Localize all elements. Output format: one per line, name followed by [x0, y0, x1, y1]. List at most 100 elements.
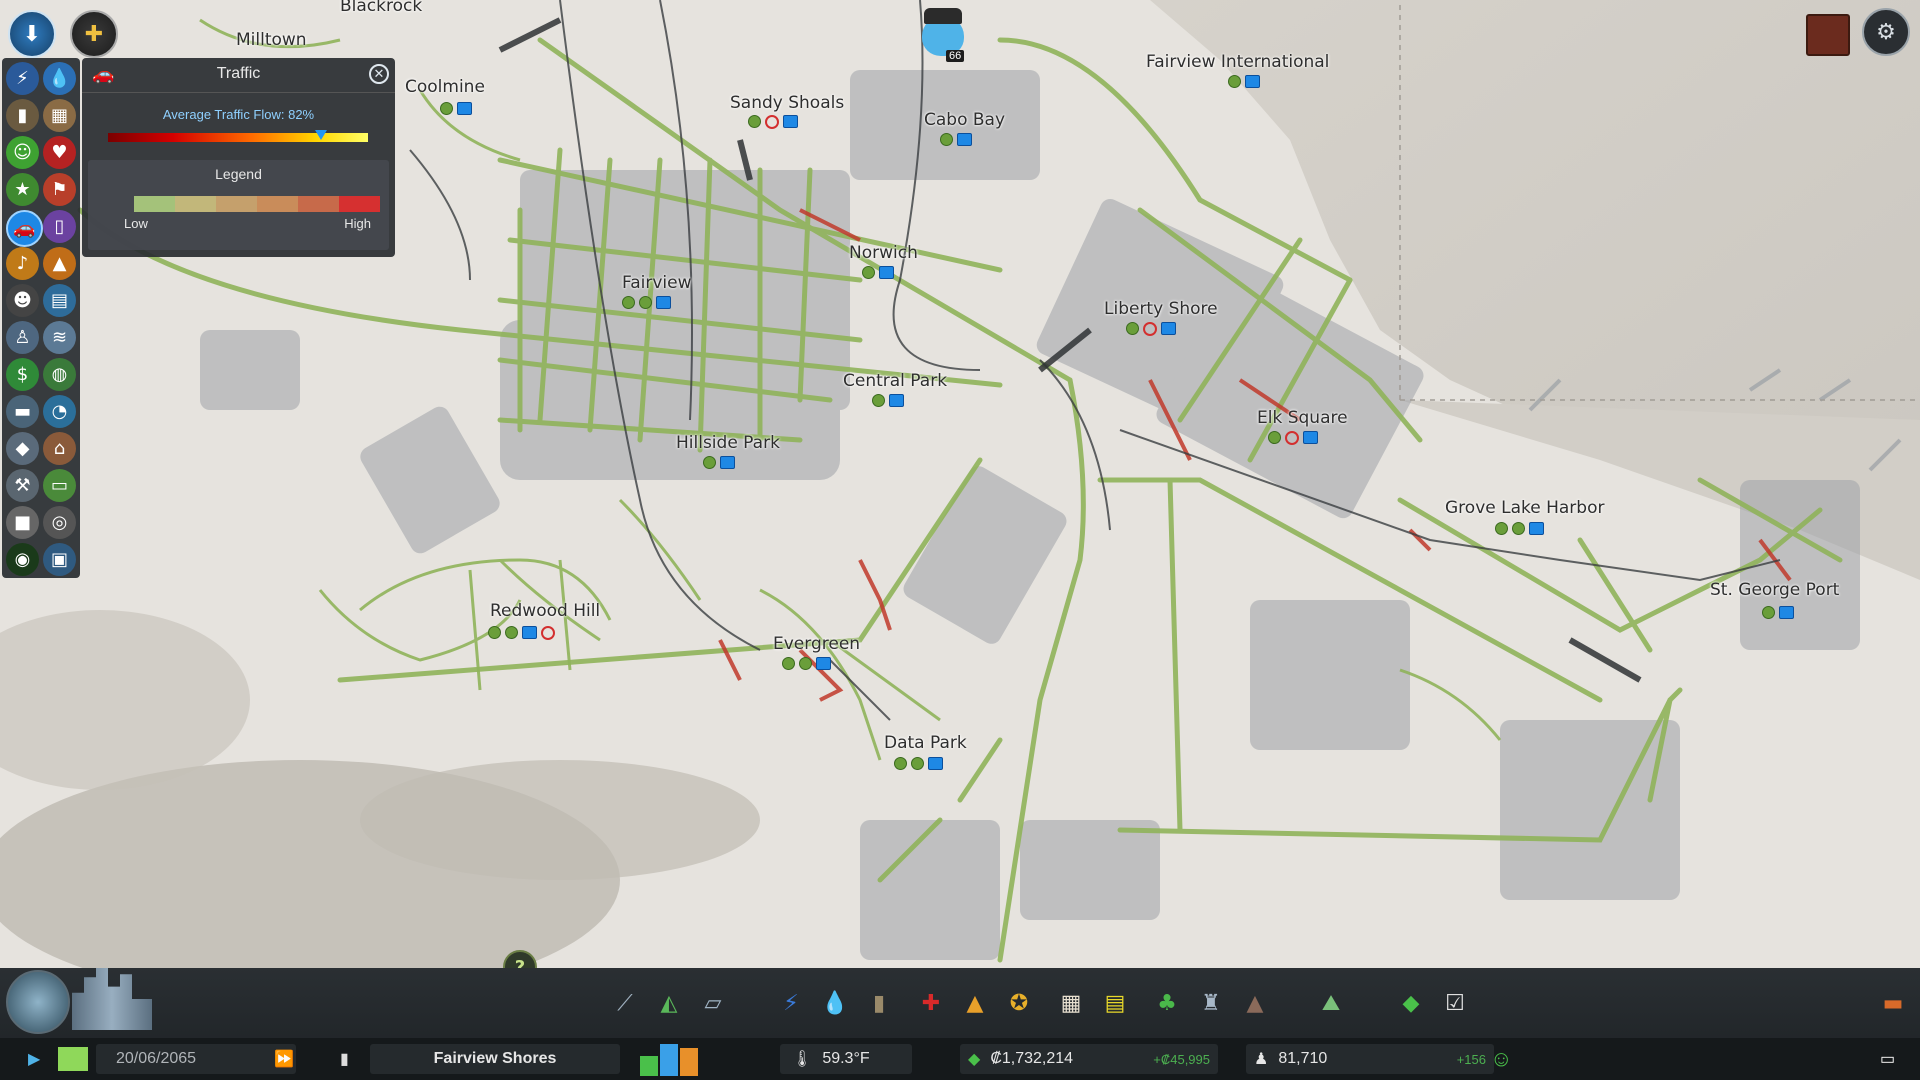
population-icon[interactable]: ♙ [6, 321, 39, 354]
camera-icon[interactable]: ◉ [6, 543, 39, 576]
garbage-tool-icon[interactable]: ▮ [864, 988, 894, 1018]
close-icon[interactable]: ✕ [369, 64, 389, 84]
fast-forward-button[interactable]: ⏩ [274, 1044, 308, 1074]
buildings-icon[interactable]: ⌂ [43, 432, 76, 465]
legend-box: Legend Low High [88, 160, 389, 250]
landscaping-tool-icon[interactable]: ⛰ [1316, 988, 1346, 1018]
play-button[interactable]: ▶ [28, 1044, 50, 1074]
residential-demand-bar [640, 1056, 658, 1076]
industrial-demand-bar [680, 1048, 698, 1076]
roads-tool-icon[interactable]: ⟋ [610, 988, 640, 1018]
districts-icon[interactable]: ▣ [43, 543, 76, 576]
electricity-tool-icon[interactable]: ⚡ [776, 988, 806, 1018]
traffic-light-icon: ▮ [340, 1051, 349, 1068]
monuments-tool-icon[interactable]: ▲ [1240, 988, 1270, 1018]
fire-tool-icon[interactable]: ▲ [960, 988, 990, 1018]
attractiveness-icon[interactable]: ★ [6, 173, 39, 206]
info-views-toolbar: ⚡ 💧 ▮ ▦ ☺ ♥ ★ ⚑ 🚗 ▯ ♪ ▲ ☻ ▤ ♙ ≋ $ ◍ ▬ ◔ … [2, 58, 80, 578]
legend-swatches [134, 196, 380, 212]
fire-safety-icon[interactable]: ▲ [43, 247, 76, 280]
population-text: 81,710 [1278, 1050, 1328, 1067]
legend-low-label: Low [124, 216, 148, 231]
date-text: 20/06/2065 [116, 1050, 197, 1067]
city-name: Fairview Shores [433, 1050, 557, 1067]
maintenance-icon[interactable]: ⚒ [6, 469, 39, 502]
temperature-display: 🌡 59.3°F [780, 1044, 912, 1074]
population-display: ♟ 81,710 +156 [1246, 1044, 1494, 1074]
terrain-height-icon[interactable]: ▬ [6, 395, 39, 428]
money-icon: ◆ [968, 1051, 981, 1068]
legend-swatch [134, 196, 175, 212]
average-flow-label: Average Traffic Flow: 82% [162, 107, 315, 122]
content-manager-icon[interactable] [1806, 14, 1850, 56]
transport-tool-icon[interactable]: ▤ [1100, 988, 1130, 1018]
bottom-toolbar: ⟋ ◭ ▱ ⚡ 💧 ▮ ✚ ▲ ✪ ▦ ▤ ♣ ♜ ▲ ⛰ ◆ ☑ ▬ ▶ 20… [0, 968, 1920, 1080]
rci-demand-meter [640, 1042, 704, 1076]
garbage-icon[interactable]: ▮ [6, 99, 39, 132]
heating-icon[interactable]: ◔ [43, 395, 76, 428]
temperature-text: 59.3°F [822, 1050, 870, 1067]
legend-swatch [216, 196, 257, 212]
education-tool-icon[interactable]: ▦ [1056, 988, 1086, 1018]
panel-header[interactable]: 🚗 Traffic ✕ [82, 58, 395, 93]
game-speed-indicator [58, 1047, 88, 1071]
traffic-flow-bar [108, 133, 368, 142]
unique-buildings-tool-icon[interactable]: ♜ [1196, 988, 1226, 1018]
electricity-icon[interactable]: ⚡ [6, 62, 39, 95]
traffic-info-panel: 🚗 Traffic ✕ Average Traffic Flow: 82% Le… [82, 58, 395, 257]
unlock-icon[interactable]: ⬇ [8, 10, 56, 58]
tourism-icon[interactable]: ⚑ [43, 173, 76, 206]
date-display: 20/06/2065 [96, 1044, 296, 1074]
legend-swatch [175, 196, 216, 212]
chirper-hat-icon [924, 8, 962, 24]
population-change-text: +156 [1456, 1051, 1486, 1067]
roads-icon[interactable]: ▭ [43, 469, 76, 502]
public-transport-icon[interactable]: ▤ [43, 284, 76, 317]
milestones-icon[interactable]: ✚ [70, 10, 118, 58]
legend-high-label: High [344, 216, 371, 231]
legend-swatch [339, 196, 380, 212]
health-icon[interactable]: ♥ [43, 136, 76, 169]
education-icon[interactable]: ▯ [43, 210, 76, 243]
noise-icon[interactable]: ♪ [6, 247, 39, 280]
city-info-globe-icon[interactable] [6, 970, 70, 1034]
traffic-icon[interactable]: 🚗 [6, 210, 43, 247]
legend-title: Legend [215, 166, 262, 182]
flow-marker-icon [315, 130, 328, 140]
natural-resources-icon[interactable]: ◍ [43, 358, 76, 391]
policies-tool-icon[interactable]: ☑ [1440, 988, 1470, 1018]
city-name-display[interactable]: Fairview Shores [370, 1044, 620, 1074]
water-tool-icon[interactable]: 💧 [820, 988, 850, 1018]
parks-tool-icon[interactable]: ♣ [1152, 988, 1182, 1018]
chat-icon[interactable]: ▭ [1880, 1044, 1910, 1074]
panel-title: Traffic [216, 65, 261, 82]
chirper-bird-button[interactable]: 66 [918, 8, 968, 64]
wind-icon[interactable]: ≋ [43, 321, 76, 354]
legend-swatch [257, 196, 298, 212]
money-display[interactable]: ◆ ₡1,732,214 +₡45,995 [960, 1044, 1218, 1074]
happiness-smiley-icon: ☺ [1490, 1046, 1513, 1071]
water-icon[interactable]: 💧 [43, 62, 76, 95]
healthcare-tool-icon[interactable]: ✚ [916, 988, 946, 1018]
chirper-badge: 66 [946, 50, 965, 62]
money-tool-icon[interactable]: ◆ [1396, 988, 1426, 1018]
escape-icon[interactable]: ◎ [43, 506, 76, 539]
thermometer-icon: 🌡 [792, 1051, 813, 1068]
police-tool-icon[interactable]: ✪ [1004, 988, 1034, 1018]
income-text: +₡45,995 [1153, 1051, 1210, 1067]
snow-icon[interactable]: ■ [6, 506, 39, 539]
legend-swatch [298, 196, 339, 212]
crime-icon[interactable]: ☻ [6, 284, 39, 317]
city-skyline-icon[interactable] [72, 968, 152, 1030]
bulldozer-icon[interactable]: ▬ [1878, 988, 1908, 1018]
districts-tool-icon[interactable]: ▱ [698, 988, 728, 1018]
commercial-demand-bar [660, 1044, 678, 1076]
money-text: ₡1,732,214 [990, 1050, 1074, 1067]
population-icon: ♟ [1254, 1051, 1269, 1068]
economy-icon[interactable]: $ [6, 358, 39, 391]
settings-gear-icon[interactable]: ⚙ [1862, 8, 1910, 56]
pollution-icon[interactable]: ◆ [6, 432, 39, 465]
zoning-tool-icon[interactable]: ◭ [654, 988, 684, 1018]
landvalue-icon[interactable]: ▦ [43, 99, 76, 132]
happiness-icon[interactable]: ☺ [6, 136, 39, 169]
